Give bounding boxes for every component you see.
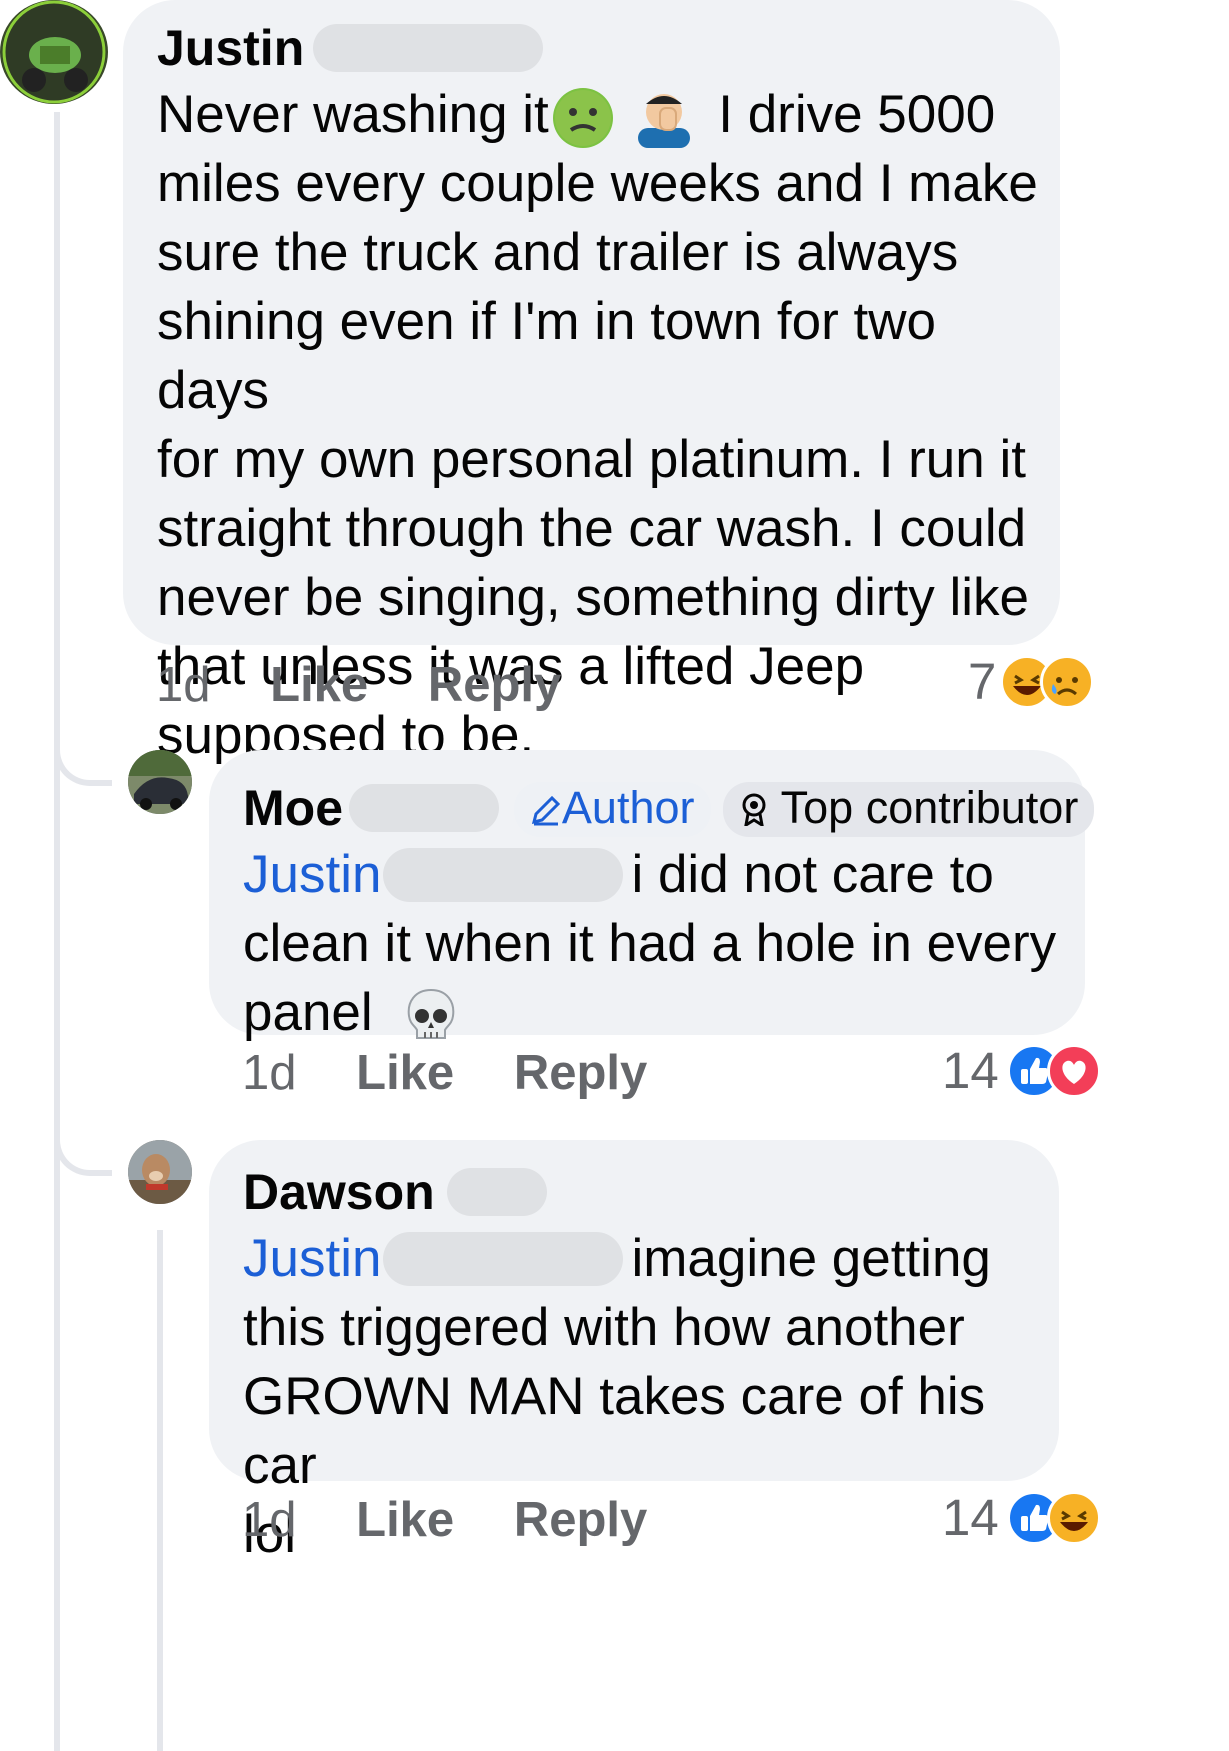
comment-author[interactable]: Dawson bbox=[243, 1162, 435, 1222]
nauseated-face-icon bbox=[552, 88, 613, 148]
sad-icon bbox=[1040, 655, 1095, 709]
comment-text: Justin i did not care to clean it when it… bbox=[243, 840, 1085, 1047]
comment-author[interactable]: Justin bbox=[157, 18, 304, 78]
facepalm-icon bbox=[634, 88, 694, 148]
mention-link[interactable]: Justin bbox=[243, 845, 381, 904]
author-badge: Author bbox=[513, 782, 711, 838]
redacted-surname bbox=[312, 24, 543, 72]
reply-button[interactable]: Reply bbox=[428, 655, 561, 715]
reply-button[interactable]: Reply bbox=[514, 1490, 647, 1550]
like-button[interactable]: Like bbox=[356, 1490, 454, 1550]
reaction-count: 14 bbox=[942, 1042, 999, 1099]
reactions-moe[interactable]: 14 bbox=[942, 1041, 1101, 1101]
comment-bubble-moe: Moe Author Top contributor Justin i did n… bbox=[209, 750, 1095, 1042]
like-button[interactable]: Like bbox=[356, 1043, 454, 1103]
redacted-mention bbox=[383, 1232, 624, 1286]
avatar-justin-image bbox=[2, 0, 106, 104]
avatar-moe-image bbox=[128, 750, 192, 814]
avatar-justin[interactable] bbox=[0, 0, 108, 104]
redacted-surname bbox=[349, 784, 500, 832]
reaction-count: 7 bbox=[968, 653, 997, 710]
thread-line-dawson bbox=[157, 1230, 163, 1751]
thread-line-main bbox=[54, 112, 60, 1751]
avatar-moe[interactable] bbox=[128, 750, 192, 814]
mention-link[interactable]: Justin bbox=[243, 1229, 381, 1288]
thread-connector-moe bbox=[54, 720, 112, 786]
redacted-mention bbox=[383, 848, 624, 902]
haha-icon bbox=[1046, 1491, 1101, 1545]
comment-timestamp[interactable]: 1d bbox=[156, 655, 211, 715]
comment-timestamp[interactable]: 1d bbox=[242, 1490, 297, 1550]
reactions-dawson[interactable]: 14 bbox=[942, 1488, 1101, 1548]
skull-icon bbox=[401, 986, 461, 1046]
comment-bubble-justin: Justin Never washing it I drive 5000 mil… bbox=[123, 0, 1060, 765]
comment-actions-moe: 1d Like Reply bbox=[242, 1043, 647, 1103]
reaction-count: 14 bbox=[942, 1489, 999, 1546]
redacted-surname bbox=[447, 1168, 548, 1216]
love-icon bbox=[1046, 1044, 1101, 1098]
avatar-dawson-image bbox=[128, 1140, 192, 1204]
thread-connector-dawson bbox=[54, 1110, 112, 1176]
award-icon bbox=[739, 785, 769, 837]
comment-author[interactable]: Moe bbox=[243, 778, 343, 838]
reactions-justin[interactable]: 7 bbox=[968, 652, 1095, 712]
comment-actions-justin: 1d Like Reply bbox=[156, 655, 561, 715]
top-contributor-badge: Top contributor bbox=[722, 782, 1095, 838]
comment-bubble-dawson: Dawson Justin imagine getting this trigge… bbox=[209, 1140, 1059, 1564]
like-button[interactable]: Like bbox=[270, 655, 368, 715]
comment-timestamp[interactable]: 1d bbox=[242, 1043, 297, 1103]
pencil-icon bbox=[530, 785, 562, 837]
reply-button[interactable]: Reply bbox=[514, 1043, 647, 1103]
comment-actions-dawson: 1d Like Reply bbox=[242, 1490, 647, 1550]
avatar-dawson[interactable] bbox=[128, 1140, 192, 1204]
